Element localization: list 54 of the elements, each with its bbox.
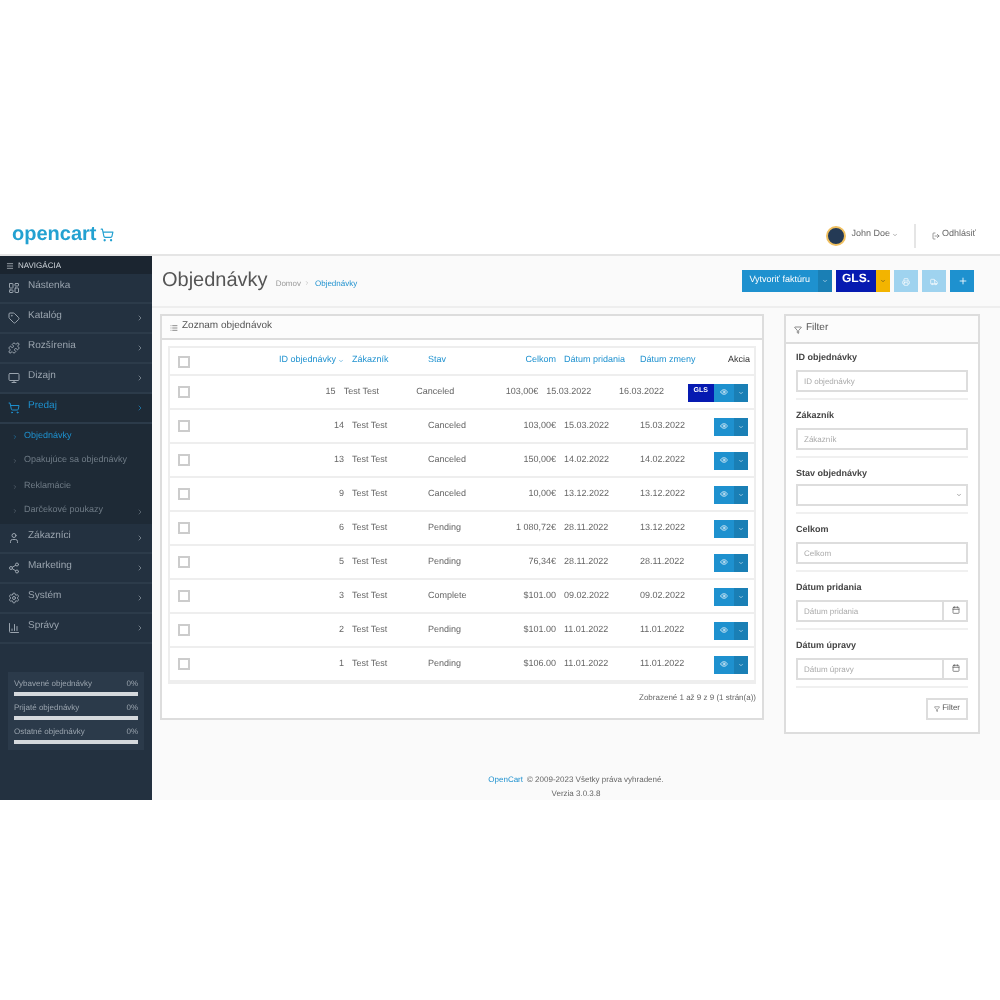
checkbox[interactable] (178, 420, 190, 432)
select-field[interactable] (796, 484, 968, 507)
eye-icon (720, 558, 728, 566)
eye-icon (719, 388, 728, 396)
user-icon (8, 532, 20, 544)
filter-icon (794, 325, 802, 333)
dropdown-button[interactable] (734, 621, 748, 639)
eye-icon (720, 592, 728, 600)
menu-icon (6, 261, 14, 269)
filter-icon (934, 705, 941, 711)
checkbox[interactable] (178, 624, 190, 636)
dropdown-button[interactable] (734, 655, 748, 673)
dashboard-icon (8, 282, 20, 294)
puzzle-icon (8, 342, 20, 354)
logout-icon (932, 231, 941, 239)
dropdown-button[interactable] (734, 451, 748, 469)
dropdown-button[interactable] (734, 587, 748, 605)
checkbox[interactable] (178, 590, 190, 602)
calendar-button[interactable] (944, 599, 968, 622)
checkbox[interactable] (177, 386, 190, 398)
bar-chart-icon (8, 622, 20, 634)
eye-icon (720, 490, 728, 498)
calendar-icon (951, 606, 959, 615)
view-button[interactable] (713, 383, 734, 401)
dropdown-button[interactable] (734, 519, 748, 537)
list-icon (170, 323, 178, 331)
dropdown-button[interactable] (734, 485, 748, 503)
checkbox[interactable] (178, 355, 190, 367)
cart-icon (8, 402, 20, 414)
checkbox[interactable] (178, 658, 190, 670)
checkbox[interactable] (178, 556, 190, 568)
dropdown-button[interactable] (734, 553, 748, 571)
dropdown-button[interactable] (734, 417, 748, 435)
page-title: Objednávky (162, 268, 268, 296)
eye-icon (720, 524, 728, 532)
checkbox[interactable] (178, 454, 190, 466)
plus-icon (957, 276, 967, 286)
eye-icon (720, 626, 728, 634)
checkbox[interactable] (178, 488, 190, 500)
logo[interactable]: opencart (12, 225, 97, 245)
truck-icon (930, 277, 938, 285)
settings-icon (8, 592, 20, 604)
calendar-button[interactable] (944, 657, 968, 679)
eye-icon (720, 660, 728, 668)
monitor-icon (8, 372, 20, 384)
eye-icon (720, 422, 728, 430)
eye-icon (720, 456, 728, 464)
cart-icon (100, 228, 115, 242)
checkbox[interactable] (178, 522, 190, 534)
tag-icon (8, 312, 20, 324)
calendar-icon (951, 664, 959, 672)
share-icon (8, 562, 20, 574)
print-icon (902, 277, 910, 285)
avatar (825, 225, 846, 245)
